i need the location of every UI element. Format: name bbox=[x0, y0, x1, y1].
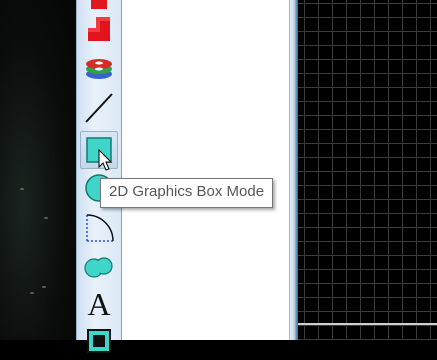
background-speck bbox=[20, 188, 24, 190]
tool-text[interactable]: A bbox=[80, 285, 118, 323]
layers-stack-icon bbox=[86, 59, 112, 79]
desktop-background bbox=[0, 0, 76, 340]
tooltip: 2D Graphics Box Mode bbox=[100, 178, 274, 208]
tool-symbol[interactable] bbox=[80, 322, 118, 360]
background-speck bbox=[44, 217, 48, 219]
tool-arc[interactable] bbox=[80, 209, 118, 247]
tool-line[interactable] bbox=[80, 89, 118, 127]
canvas-border-line bbox=[298, 323, 437, 325]
tool-layers[interactable] bbox=[80, 48, 118, 86]
text-tool-icon: A bbox=[87, 286, 111, 322]
panel-splitter[interactable] bbox=[290, 0, 298, 340]
background-speck bbox=[42, 286, 46, 288]
blob-shape-icon bbox=[84, 257, 113, 278]
tool-polygon[interactable] bbox=[80, 10, 118, 48]
red-polygon-icon bbox=[88, 17, 110, 41]
tool-blob[interactable] bbox=[80, 247, 118, 285]
mouse-cursor-icon bbox=[98, 149, 113, 171]
arc-tool-icon bbox=[86, 214, 114, 242]
line-tool-icon bbox=[85, 93, 113, 123]
tooltip-text: 2D Graphics Box Mode bbox=[109, 183, 265, 200]
properties-panel bbox=[122, 0, 290, 340]
symbol-tool-icon bbox=[87, 329, 111, 353]
background-speck bbox=[30, 292, 34, 294]
graphics-canvas[interactable] bbox=[298, 0, 437, 340]
